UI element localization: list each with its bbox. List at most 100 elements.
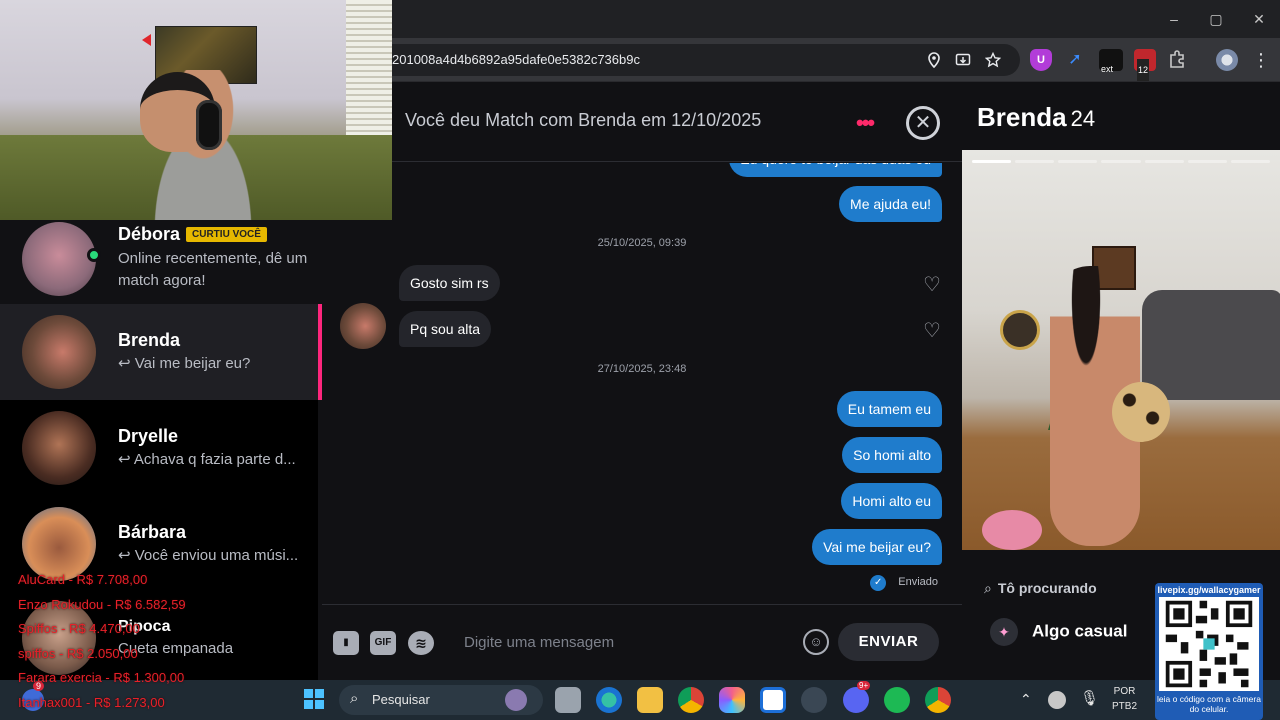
sender-avatar[interactable] (340, 303, 386, 349)
bookmark-star-icon[interactable] (985, 52, 1001, 68)
extension-arrow-icon[interactable]: ➚ (1064, 49, 1086, 71)
message-bubble-sent: Me ajuda eu! (839, 186, 942, 222)
looking-for-value-text: Algo casual (1032, 621, 1128, 641)
message-bubble-received: Pq sou alta (399, 311, 492, 347)
ublock-extension-icon[interactable]: U (1030, 49, 1052, 71)
like-heart-icon[interactable]: ♡ (921, 320, 943, 342)
windows-start-icon[interactable] (303, 688, 325, 710)
taskbar-search[interactable]: ⌕ Pesquisar (339, 685, 543, 715)
match-item-debora[interactable]: Débora CURTIU VOCÊ Online recentemente, d… (0, 210, 318, 306)
red-arrow-icon (142, 34, 151, 46)
spotify-icon[interactable]: ≋ (408, 631, 434, 655)
photo-progress-segment (1058, 160, 1098, 163)
donation-entry: Itanhax001 - R$ 1.273,00 (18, 694, 165, 710)
donation-entry: Enzo Rokudou - R$ 6.582,59 (18, 596, 186, 612)
match-message-preview: ↩ Você enviou uma músi... (118, 547, 299, 564)
online-indicator (87, 248, 101, 262)
message-bubble-sent: Eu quero te beijar das duas eu (729, 163, 942, 177)
message-bubble-received: Gosto sim rs (399, 265, 500, 301)
keyboard-layout: PTB2 (1112, 701, 1138, 712)
message-status-text: Enviado (898, 576, 938, 588)
language-indicator[interactable]: POR PTB2 (1112, 684, 1137, 714)
flowers-image (982, 510, 1042, 550)
profile-name-row: Brenda 24 (977, 102, 1095, 133)
discord-count-badge: 9+ (857, 681, 871, 690)
qr-url: livepix.gg/wallacygamer (1157, 585, 1261, 595)
message-input[interactable]: Digite uma mensagem (464, 634, 614, 651)
copilot-icon[interactable] (719, 687, 745, 713)
message-bubble-sent: Homi alto eu (841, 483, 942, 519)
message-bubble-sent: Vai me beijar eu? (812, 529, 942, 565)
extension-count-badge: 12 (1137, 59, 1150, 81)
profile-photo[interactable] (962, 150, 1280, 550)
match-item-dryelle[interactable]: Dryelle ↩ Achava q fazia parte d... (0, 400, 318, 496)
donation-entry: Spiffos - R$ 4.470,00 (18, 621, 140, 636)
looking-for-label-text: Tô procurando (997, 580, 1097, 596)
chevron-up-icon[interactable]: ⌃ (1020, 691, 1032, 708)
taskbar-search-text: Pesquisar (372, 692, 430, 707)
photo-progress-segment (1230, 160, 1270, 163)
bitwarden-icon[interactable] (760, 687, 786, 713)
message-timestamp: 27/10/2025, 23:48 (597, 363, 687, 375)
minimize-button[interactable]: – (1162, 8, 1186, 30)
donation-leaderboard: AluCard - R$ 7.708,00 Enzo Rokudou - R$ … (18, 568, 186, 715)
profile-age: 24 (1070, 106, 1096, 131)
browser-menu-icon[interactable]: ⋮ (1250, 49, 1272, 71)
sticker-icon[interactable]: ▮ (333, 631, 359, 655)
profile-avatar-icon[interactable] (1216, 49, 1238, 71)
match-message-preview: Online recentemente, dê um match agora! (118, 250, 308, 289)
message-bubble-sent: So homi alto (842, 437, 942, 473)
search-icon: ⌕ (350, 690, 359, 707)
photo-progress-segment (1144, 160, 1184, 163)
install-app-icon[interactable] (955, 52, 971, 68)
microphone-icon[interactable]: 🎙 (1080, 689, 1099, 707)
chrome-profile-icon[interactable] (925, 687, 951, 713)
message-composer: ▮ GIF ≋ Digite uma mensagem ☺ ENVIAR (322, 604, 962, 680)
sent-check-icon: ✓ (870, 575, 887, 591)
donation-entry: spiffos - R$ 2.050,00 (18, 645, 138, 661)
language-code: POR (1113, 686, 1136, 697)
close-window-button[interactable]: ✕ (1247, 8, 1271, 30)
emoji-icon[interactable]: ☺ (803, 629, 829, 655)
wall-mirror-image (1000, 310, 1040, 350)
avatar (22, 315, 96, 389)
send-button[interactable]: ENVIAR (838, 623, 939, 661)
location-icon[interactable] (927, 52, 941, 68)
photo-progress-segment (1101, 160, 1141, 163)
looking-for-value: ✦ Algo casual (990, 618, 1127, 646)
headset-icon (196, 100, 222, 150)
message-bubble-sent: Eu tamem eu (836, 391, 942, 427)
edge-browser-icon[interactable] (596, 687, 622, 713)
extensions-puzzle-icon[interactable] (1167, 49, 1187, 69)
match-name: Dryelle (118, 426, 179, 446)
match-name-row: Débora CURTIU VOCÊ (118, 224, 267, 245)
address-bar[interactable]: 201008a4d4b6892a95dafe0e5382c736b9c (330, 44, 1020, 76)
maximize-button[interactable]: ▢ (1204, 8, 1228, 30)
qr-instructions: leia o código com a câmera do celular. (1157, 694, 1261, 714)
gif-icon[interactable]: GIF (370, 631, 396, 655)
donation-entry: Farara exercia - R$ 1.300,00 (18, 670, 185, 685)
message-status: ✓ Enviado (870, 575, 938, 591)
close-chat-icon[interactable]: ✕ (906, 106, 940, 140)
windows-taskbar: 9 ⌕ Pesquisar 9+ ⌃ 🎙 POR PTB2 (0, 680, 1280, 720)
extension-red-icon[interactable]: 12 (1134, 49, 1156, 81)
ext-extension-icon[interactable]: ext (1099, 49, 1123, 74)
donation-entry: AluCard - R$ 7.708,00 (18, 572, 148, 587)
task-view-icon[interactable] (555, 687, 581, 713)
file-explorer-icon[interactable] (637, 687, 663, 713)
chrome-icon[interactable] (678, 687, 704, 713)
chat-header: Você deu Match com Brenda em 12/10/2025 … (322, 82, 962, 162)
message-list: Eu quero te beijar das duas eu Me ajuda … (322, 163, 962, 604)
discord-icon[interactable]: 9+ (843, 681, 871, 713)
like-heart-icon[interactable]: ♡ (921, 274, 943, 296)
match-item-brenda[interactable]: Brenda ↩ Vai me beijar eu? (0, 304, 322, 400)
match-name: Débora (118, 224, 181, 244)
party-popper-icon: ✦ (990, 618, 1018, 646)
more-options-icon[interactable]: ••• (856, 110, 875, 136)
obs-icon[interactable] (801, 687, 827, 713)
profile-name: Brenda (977, 102, 1067, 132)
photo-progress-segment (972, 160, 1012, 163)
spotify-icon[interactable] (884, 687, 910, 713)
cloud-icon[interactable] (1048, 691, 1066, 709)
window-blind-image (346, 0, 392, 135)
